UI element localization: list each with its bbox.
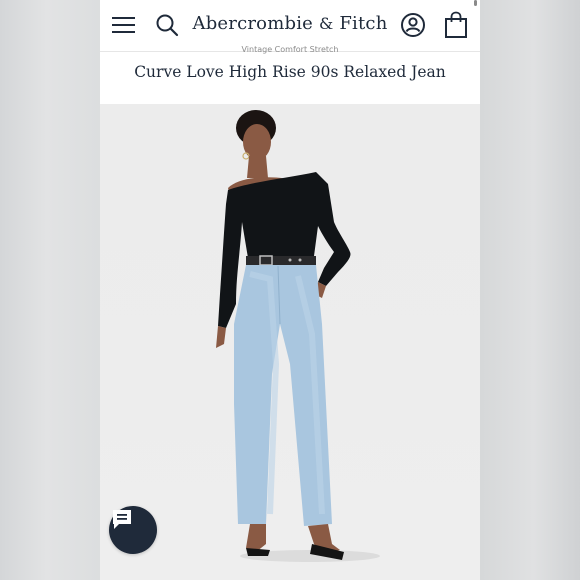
search-icon[interactable] bbox=[154, 12, 180, 38]
scrollbar-thumb[interactable] bbox=[474, 0, 477, 6]
hamburger-menu-icon[interactable] bbox=[112, 14, 136, 36]
account-icon[interactable] bbox=[400, 12, 426, 38]
collection-label: Vintage Comfort Stretch bbox=[241, 45, 339, 54]
chat-bubble-icon bbox=[113, 510, 131, 529]
product-page: Abercrombie & Fitch Vintage Comfort Stre… bbox=[100, 0, 480, 580]
brand-ampersand: & bbox=[318, 14, 334, 33]
product-title: Curve Love High Rise 90s Relaxed Jean bbox=[134, 63, 446, 81]
brand-suffix: Fitch bbox=[339, 13, 388, 34]
shopping-bag-icon[interactable] bbox=[444, 11, 468, 39]
brand-name: Abercrombie bbox=[192, 13, 314, 34]
product-image[interactable] bbox=[100, 104, 480, 580]
chat-button[interactable] bbox=[109, 506, 157, 554]
